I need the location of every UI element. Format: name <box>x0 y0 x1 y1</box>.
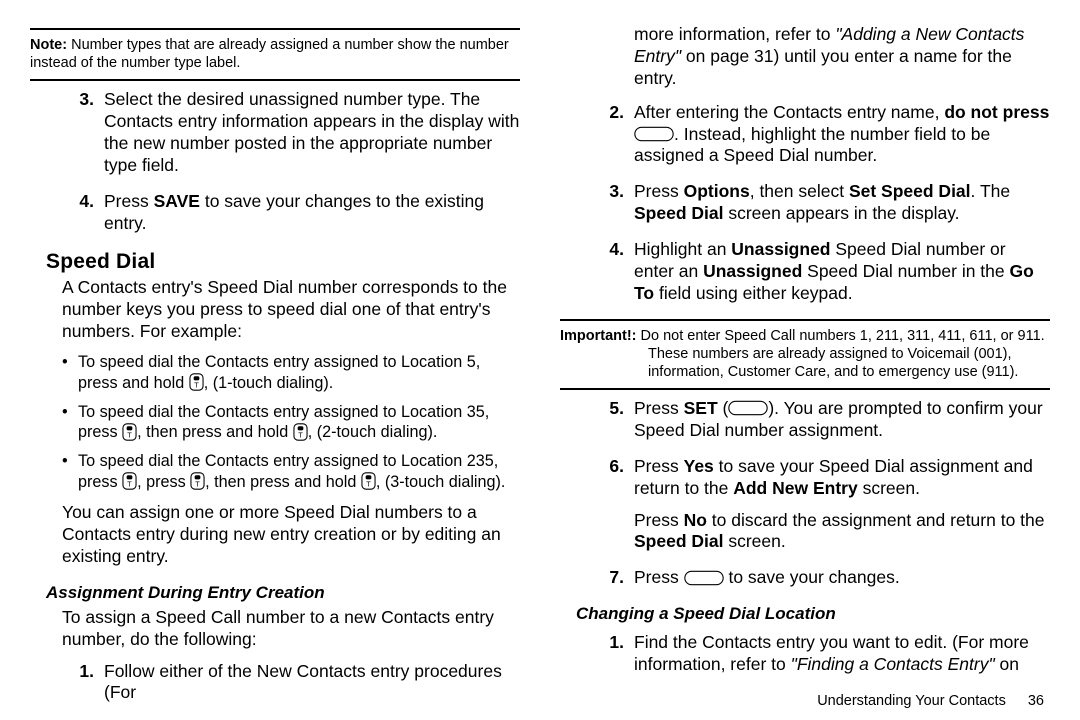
rstep-3: 3. Press Options, then select Set Speed … <box>560 181 1050 225</box>
note-block: Note: Number types that are already assi… <box>30 34 520 75</box>
steps-right-2: 5. Press SET (). You are prompted to con… <box>560 398 1050 589</box>
note-label: Note: <box>30 37 67 53</box>
step-3-text: Select the desired unassigned number typ… <box>104 89 520 177</box>
footer-section: Understanding Your Contacts <box>817 693 1006 709</box>
page-number: 36 <box>1028 693 1044 709</box>
soft-key-icon <box>684 570 724 586</box>
num-key-icon <box>122 472 137 490</box>
heading-changing: Changing a Speed Dial Location <box>576 603 1050 624</box>
rule <box>560 319 1050 321</box>
page-footer: Understanding Your Contacts 36 <box>817 692 1044 710</box>
bullet-3: • To speed dial the Contacts entry assig… <box>62 451 520 492</box>
rstep-5: 5. Press SET (). You are prompted to con… <box>560 398 1050 442</box>
rule <box>30 28 520 30</box>
bullet-1: • To speed dial the Contacts entry assig… <box>62 352 520 393</box>
rstep-6: 6. Press Yes to save your Speed Dial ass… <box>560 456 1050 554</box>
continuation-text: more information, refer to "Adding a New… <box>634 24 1050 90</box>
steps-right-1: 2. After entering the Contacts entry nam… <box>560 102 1050 305</box>
step-4: 4. Press SAVE to save your changes to th… <box>30 191 520 235</box>
rule <box>560 388 1050 390</box>
num-key-icon <box>190 472 205 490</box>
speed-dial-para2: You can assign one or more Speed Dial nu… <box>62 502 520 568</box>
rstep-2: 2. After entering the Contacts entry nam… <box>560 102 1050 168</box>
bullet-2: • To speed dial the Contacts entry assig… <box>62 402 520 443</box>
right-column: more information, refer to "Adding a New… <box>560 24 1050 710</box>
changing-steps: 1. Find the Contacts entry you want to e… <box>560 632 1050 676</box>
assignment-steps: 1. Follow either of the New Contacts ent… <box>30 661 520 705</box>
heading-speed-dial: Speed Dial <box>46 249 520 275</box>
rstep-4: 4. Highlight an Unassigned Speed Dial nu… <box>560 239 1050 305</box>
note-text: Number types that are already assigned a… <box>30 37 509 71</box>
important-label: Important!: <box>560 328 637 344</box>
assignment-para: To assign a Speed Call number to a new C… <box>62 607 520 651</box>
steps-left-1: 3. Select the desired unassigned number … <box>30 89 520 234</box>
step-3: 3. Select the desired unassigned number … <box>30 89 520 177</box>
rule <box>30 79 520 81</box>
soft-key-icon <box>634 126 674 142</box>
assign-step-1: 1. Follow either of the New Contacts ent… <box>30 661 520 705</box>
num-key-icon <box>122 423 137 441</box>
num-key-icon <box>293 423 308 441</box>
soft-key-icon <box>728 400 768 416</box>
important-block: Important!: Do not enter Speed Call numb… <box>560 325 1050 384</box>
num-key-icon <box>361 472 376 490</box>
left-column: Note: Number types that are already assi… <box>30 24 520 710</box>
heading-assignment: Assignment During Entry Creation <box>46 582 520 603</box>
chg-step-1: 1. Find the Contacts entry you want to e… <box>560 632 1050 676</box>
speed-dial-bullets: • To speed dial the Contacts entry assig… <box>62 352 520 492</box>
rstep-7: 7. Press to save your changes. <box>560 567 1050 589</box>
speed-dial-intro: A Contacts entry's Speed Dial number cor… <box>62 277 520 343</box>
num-key-icon <box>189 373 204 391</box>
